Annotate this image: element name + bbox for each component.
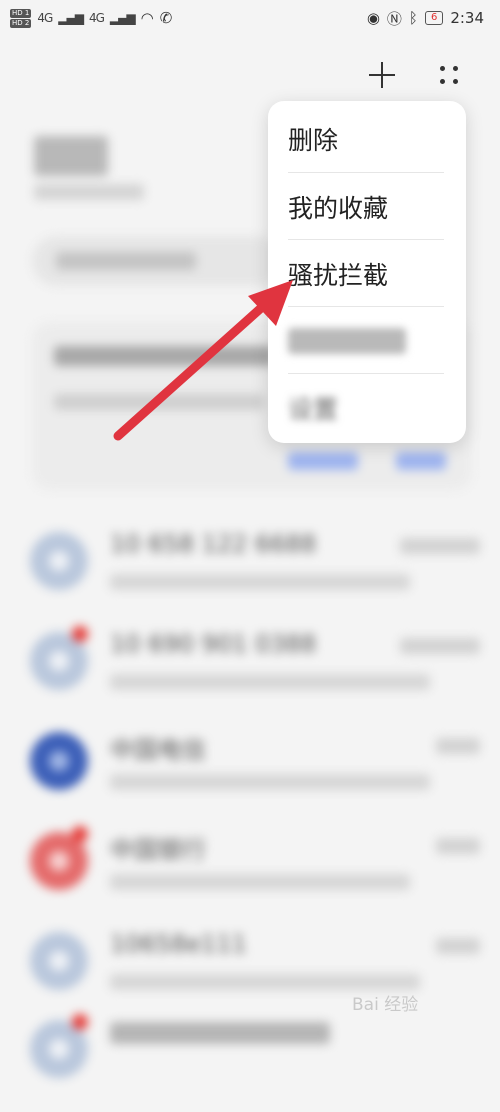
watermark: Bai 经验 — [352, 995, 419, 1015]
annotation-arrow-icon — [113, 280, 293, 441]
